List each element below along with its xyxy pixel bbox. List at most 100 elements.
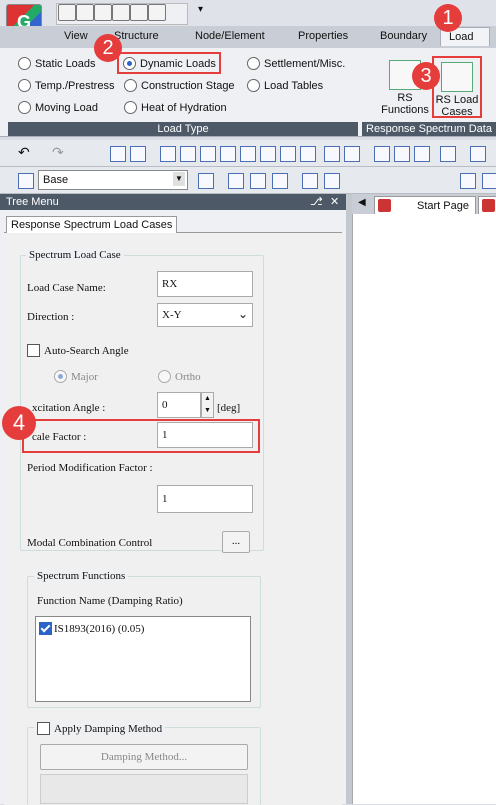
quick-access-toolbar: ▾ <box>0 0 496 26</box>
temp-prestress-option[interactable]: Temp./Prestress <box>18 79 114 92</box>
pin-icon[interactable]: ⎇ <box>310 194 323 210</box>
response-spectrum-group-label: Response Spectrum Data <box>362 122 496 136</box>
modal-combination-button[interactable]: ... <box>222 531 250 553</box>
apply-damping-label: Apply Damping Method <box>54 722 163 735</box>
save-icon[interactable] <box>94 4 112 21</box>
deform-icon[interactable] <box>250 173 266 189</box>
rs-functions-label-1: RS <box>397 92 413 104</box>
snap-icon[interactable] <box>374 146 390 162</box>
snap-line-icon[interactable] <box>414 146 430 162</box>
apply-damping-checkbox[interactable]: Apply Damping Method <box>34 722 166 735</box>
start-page-label: Start Page <box>417 200 469 212</box>
open-folder-icon[interactable] <box>76 4 94 21</box>
tab-load-label: Load <box>449 31 474 43</box>
view-side-icon[interactable] <box>300 146 316 162</box>
load-tables-option[interactable]: Load Tables <box>247 79 323 92</box>
load-display-icon[interactable] <box>228 173 244 189</box>
direction-label: Direction : <box>27 311 75 323</box>
spectrum-load-case-legend: Spectrum Load Case <box>26 249 124 261</box>
preview-icon[interactable] <box>148 4 166 21</box>
static-loads-option[interactable]: Static Loads <box>18 57 96 70</box>
snap-node-icon[interactable] <box>394 146 410 162</box>
major-label: Major <box>71 370 98 383</box>
cursor-icon[interactable] <box>470 146 486 162</box>
undo-icon[interactable]: ↶ <box>18 144 30 161</box>
callout-1: 1 <box>434 4 462 32</box>
rs-load-cases-label-1: RS Load <box>435 94 479 106</box>
view-front-icon[interactable] <box>280 146 296 162</box>
ucs-icon[interactable] <box>18 173 34 189</box>
tab-properties[interactable]: Properties <box>298 30 348 42</box>
damping-method-button[interactable]: Damping Method... <box>40 744 248 770</box>
zoom-fit-icon[interactable] <box>200 146 216 162</box>
filter-icon[interactable] <box>440 146 456 162</box>
major-radio[interactable]: Major <box>54 370 98 383</box>
close-icon[interactable]: ✕ <box>330 194 339 210</box>
list-item[interactable]: IS1893(2016) (0.05) <box>39 622 144 635</box>
base-select[interactable]: Base ▼ <box>38 170 188 190</box>
excitation-angle-unit: [deg] <box>217 402 241 414</box>
chevron-down-icon[interactable]: ▼ <box>173 172 185 186</box>
wizard-icon[interactable] <box>460 173 476 189</box>
rs-load-cases-button[interactable]: RS Load Cases <box>432 56 482 118</box>
tab-start-page[interactable]: Start Page <box>374 196 476 215</box>
customize-dropdown-icon[interactable]: ▾ <box>198 4 203 15</box>
moving-load-option[interactable]: Moving Load <box>18 101 98 114</box>
tab-structure[interactable]: Structure <box>114 30 159 42</box>
ribbon-tab-bar: View Structure Node/Element Properties B… <box>0 26 496 49</box>
direction-select[interactable]: X-Y ⌄ <box>157 303 253 327</box>
layout-icon[interactable] <box>482 173 496 189</box>
main-toolbar: ↶ ↷ <box>0 140 496 167</box>
base-select-value: Base <box>43 174 69 186</box>
load-type-group-label: Load Type <box>8 122 358 136</box>
callout-2: 2 <box>94 34 122 62</box>
graph-icon[interactable] <box>324 173 340 189</box>
select-window-icon[interactable] <box>130 146 146 162</box>
load-case-name-input[interactable]: RX <box>157 271 253 297</box>
excitation-angle-spinner[interactable]: ▲ ▼ <box>201 392 214 418</box>
function-name-header: Function Name (Damping Ratio) <box>37 595 183 607</box>
zoom-icon[interactable] <box>160 146 176 162</box>
secondary-toolbar: Base ▼ <box>0 167 496 194</box>
chevron-down-icon: ⌄ <box>237 307 248 321</box>
callout-4: 4 <box>2 406 36 440</box>
excitation-angle-input[interactable]: 0 <box>157 392 201 418</box>
select-icon[interactable] <box>110 146 126 162</box>
table-icon[interactable] <box>302 173 318 189</box>
zoom-window-icon[interactable] <box>180 146 196 162</box>
tab-boundary[interactable]: Boundary <box>380 30 427 42</box>
construction-stage-option[interactable]: Construction Stage <box>124 79 235 92</box>
auto-search-angle-label: Auto-Search Angle <box>44 344 129 357</box>
callout-3: 3 <box>412 62 440 90</box>
tab-scroll-left-icon[interactable]: ◀ <box>358 197 366 208</box>
tab-model-view[interactable] <box>478 196 496 215</box>
hidden-icon[interactable] <box>324 146 340 162</box>
new-file-icon[interactable] <box>58 4 76 21</box>
grid-icon[interactable] <box>198 173 214 189</box>
save-as-icon[interactable] <box>112 4 130 21</box>
document-tab-bar: ◀ Start Page <box>352 194 496 215</box>
excitation-angle-value: 0 <box>162 399 168 411</box>
period-modification-input[interactable]: 1 <box>157 485 253 513</box>
pan-icon[interactable] <box>220 146 236 162</box>
settlement-option[interactable]: Settlement/Misc. <box>247 57 345 70</box>
tab-node-element[interactable]: Node/Element <box>195 30 265 42</box>
modal-combination-label: Modal Combination Control <box>27 537 153 549</box>
print-icon[interactable] <box>130 4 148 21</box>
auto-search-angle-checkbox[interactable]: Auto-Search Angle <box>27 344 129 357</box>
ortho-radio[interactable]: Ortho <box>158 370 201 383</box>
period-modification-value: 1 <box>162 493 168 505</box>
render-icon[interactable] <box>344 146 360 162</box>
view-icon[interactable] <box>260 146 276 162</box>
tab-view[interactable]: View <box>64 30 88 42</box>
rs-functions-label-2: Functions <box>381 104 429 116</box>
dynamic-loads-option[interactable]: Dynamic Loads <box>117 52 221 74</box>
rotate-icon[interactable] <box>240 146 256 162</box>
load-case-name-label: Load Case Name: <box>27 282 106 294</box>
tree-menu-title: Tree Menu <box>6 196 59 208</box>
mode-shape-icon[interactable] <box>272 173 288 189</box>
redo-icon[interactable]: ↷ <box>52 144 64 161</box>
heat-of-hydration-option[interactable]: Heat of Hydration <box>124 101 227 114</box>
tab-response-spectrum-load-cases[interactable]: Response Spectrum Load Cases <box>6 216 178 233</box>
document-area[interactable] <box>352 214 496 804</box>
